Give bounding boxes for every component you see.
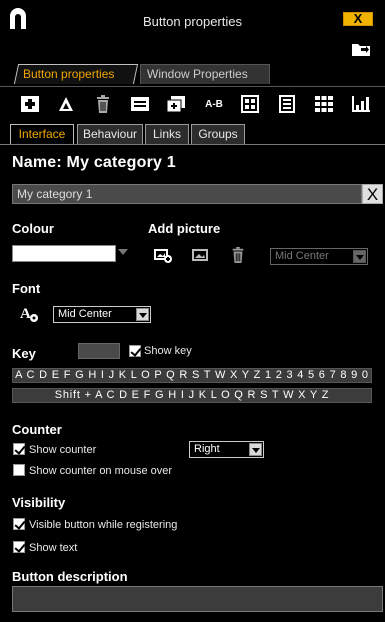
counter-position-value: Right bbox=[194, 443, 220, 455]
chevron-down-icon bbox=[249, 443, 262, 456]
show-text-label: Show text bbox=[29, 542, 78, 554]
picture-position-select[interactable]: Mid Center bbox=[270, 248, 368, 265]
add-button-icon[interactable] bbox=[20, 95, 40, 113]
copy-button-icon[interactable] bbox=[166, 95, 186, 113]
window-title: Button properties bbox=[142, 14, 242, 29]
visible-while-registering-checkbox[interactable] bbox=[13, 518, 25, 530]
visible-while-registering-label: Visible button while registering bbox=[29, 519, 178, 531]
svg-text:A: A bbox=[20, 306, 31, 322]
ab-text-icon[interactable]: A-B bbox=[204, 95, 224, 113]
font-position-value: Mid Center bbox=[58, 308, 112, 320]
tab-label: Button properties bbox=[23, 67, 115, 81]
add-picture-icon[interactable] bbox=[154, 247, 172, 263]
show-counter-checkbox[interactable] bbox=[13, 443, 25, 455]
grid-icon[interactable] bbox=[314, 95, 334, 113]
show-counter-label: Show counter bbox=[29, 444, 97, 456]
tab-groups[interactable]: Groups bbox=[191, 124, 245, 145]
remove-picture-icon[interactable] bbox=[229, 247, 247, 263]
grid-layout-icon[interactable] bbox=[240, 95, 260, 113]
tab-divider bbox=[0, 144, 385, 145]
shift-keys-row[interactable]: Shift + A C D E F G H I J K L O Q R S T … bbox=[12, 388, 372, 403]
button-description-label: Button description bbox=[12, 569, 128, 584]
show-counter-mouse-over-label: Show counter on mouse over bbox=[29, 465, 173, 477]
triangle-icon[interactable] bbox=[56, 95, 76, 113]
trash-icon[interactable] bbox=[93, 95, 113, 113]
chevron-down-icon bbox=[353, 250, 366, 263]
colour-dropdown-icon[interactable] bbox=[118, 249, 128, 255]
key-label: Key bbox=[12, 346, 36, 361]
show-counter-mouse-over-checkbox[interactable] bbox=[13, 464, 25, 476]
font-position-select[interactable]: Mid Center bbox=[53, 306, 151, 323]
chevron-down-icon bbox=[136, 308, 149, 321]
folder-icon[interactable] bbox=[351, 41, 371, 57]
tab-button-properties[interactable]: Button properties bbox=[13, 64, 139, 84]
button-description-input[interactable] bbox=[12, 586, 383, 612]
tab-window-properties[interactable]: Window Properties bbox=[140, 64, 270, 84]
name-input[interactable]: My category 1 bbox=[12, 184, 362, 204]
show-key-checkbox[interactable] bbox=[129, 345, 141, 357]
picture-icon[interactable] bbox=[191, 247, 209, 263]
colour-picker[interactable] bbox=[12, 245, 116, 262]
show-text-checkbox[interactable] bbox=[13, 541, 25, 553]
font-settings-icon[interactable]: A bbox=[20, 305, 40, 323]
tab-interface[interactable]: Interface bbox=[10, 124, 74, 145]
keys-row[interactable]: A C D E F G H I J K L O P Q R S T W X Y … bbox=[12, 368, 372, 383]
name-heading: Name: My category 1 bbox=[12, 154, 176, 171]
close-button[interactable]: X bbox=[343, 12, 373, 26]
visibility-label: Visibility bbox=[12, 495, 66, 510]
add-picture-label: Add picture bbox=[148, 221, 221, 236]
page-layout-icon[interactable] bbox=[277, 95, 297, 113]
ab-text-label: A-B bbox=[205, 98, 223, 110]
tab-links[interactable]: Links bbox=[145, 124, 189, 145]
counter-position-select[interactable]: Right bbox=[189, 441, 264, 458]
clear-name-button[interactable]: X bbox=[362, 184, 383, 204]
key-input[interactable] bbox=[78, 343, 120, 359]
counter-label: Counter bbox=[12, 422, 62, 437]
bar-chart-icon[interactable] bbox=[351, 95, 371, 113]
colour-label: Colour bbox=[12, 221, 54, 236]
toolbar: A-B bbox=[0, 86, 385, 120]
button-layout-icon[interactable] bbox=[130, 95, 150, 113]
tab-behaviour[interactable]: Behaviour bbox=[77, 124, 143, 145]
title-bar: Button properties X bbox=[0, 0, 385, 36]
show-key-label: Show key bbox=[144, 345, 192, 357]
picture-position-value: Mid Center bbox=[275, 250, 329, 262]
font-label: Font bbox=[12, 281, 41, 296]
